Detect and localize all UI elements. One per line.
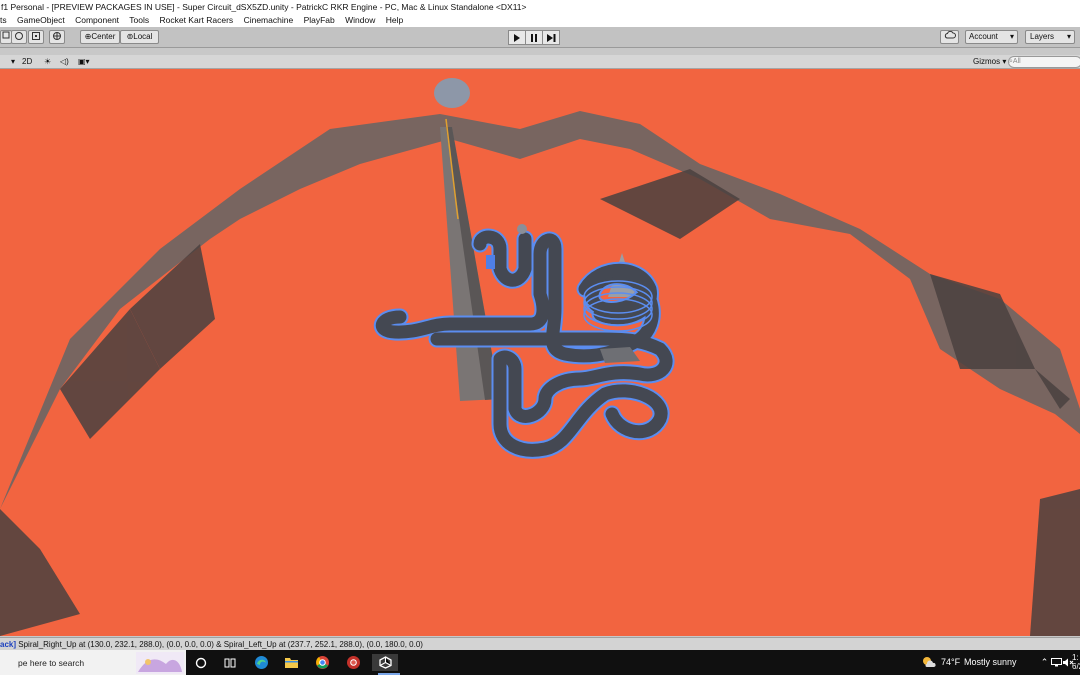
taskbar-search-placeholder: pe here to search: [18, 658, 85, 668]
small-sphere: [517, 224, 527, 234]
menu-item-rocket-kart-racers[interactable]: Rocket Kart Racers: [159, 15, 233, 25]
menu-item-gameobject[interactable]: GameObject: [17, 15, 65, 25]
track-object: [486, 255, 495, 269]
taskbar: pe here to search 74°F Mostly sunny ⌃ 1:…: [0, 650, 1080, 675]
search-highlight-icon: [136, 652, 184, 674]
pause-button[interactable]: [525, 30, 543, 45]
scene-render: [0, 78, 1080, 636]
task-view-button[interactable]: [221, 654, 238, 671]
rotate-tool-button[interactable]: [11, 30, 27, 44]
clock-time: 1:: [1072, 653, 1079, 662]
weather-temp: 74°F: [941, 657, 961, 667]
race-track: [374, 228, 675, 459]
play-button[interactable]: [508, 30, 526, 45]
edge-app-button[interactable]: [253, 654, 270, 671]
file-explorer-button[interactable]: [283, 654, 300, 671]
account-dropdown[interactable]: Account ▾: [965, 30, 1018, 44]
scene-search-input[interactable]: ⌕All: [1008, 56, 1080, 68]
chevron-down-icon: ▾: [1066, 32, 1071, 41]
chevron-down-icon: ▾: [1009, 32, 1014, 41]
transform-tool-button[interactable]: [49, 30, 65, 44]
menu-item-playfab[interactable]: PlayFab: [304, 15, 335, 25]
status-prefix: ack]: [0, 640, 17, 649]
rotate-tool-icon: [15, 32, 23, 40]
cortana-button[interactable]: [192, 654, 209, 671]
rect-tool-button[interactable]: [28, 30, 44, 44]
lighting-icon[interactable]: ☀: [44, 55, 51, 68]
step-icon: [546, 33, 555, 42]
partly-sunny-icon: [923, 657, 936, 667]
task-view-icon: [224, 658, 235, 667]
scene-search-placeholder: All: [1012, 58, 1021, 65]
gizmos-label: Gizmos: [973, 57, 1001, 66]
play-controls: [508, 30, 560, 45]
scene-view-header: ▾ 2D ☀ ◁) ▣▾ Gizmos ▾ ⌕All: [0, 55, 1080, 69]
layers-dropdown[interactable]: Layers ▾: [1025, 30, 1075, 44]
pivot-label: Center: [91, 32, 116, 41]
chrome-alt-app-button[interactable]: [345, 654, 362, 671]
edge-icon: [255, 656, 268, 669]
menu-item-help[interactable]: Help: [386, 15, 403, 25]
console-status-bar[interactable]: ack] Spiral_Right_Up at (130.0, 232.1, 2…: [0, 637, 1080, 651]
weather-widget[interactable]: 74°F Mostly sunny: [922, 656, 1017, 670]
menu-item-component[interactable]: Component: [75, 15, 119, 25]
cloud-icon: [944, 30, 956, 39]
title-bar: f1 Personal - [PREVIEW PACKAGES IN USE] …: [0, 0, 1080, 14]
pause-icon: [531, 33, 537, 42]
audio-icon[interactable]: ◁): [60, 55, 69, 68]
chrome-icon: [347, 656, 360, 669]
clock[interactable]: 1: 6/2: [1072, 653, 1080, 671]
step-button[interactable]: [542, 30, 560, 45]
chrome-app-button[interactable]: [314, 654, 331, 671]
circle-icon: [195, 657, 206, 668]
clock-date: 6/2: [1072, 662, 1080, 671]
transform-tool-icon: [53, 32, 61, 40]
menu-bar: ts GameObject Component Tools Rocket Kar…: [0, 14, 1080, 27]
account-label: Account: [969, 32, 998, 41]
unity-icon: [378, 656, 392, 669]
menu-item-window[interactable]: Window: [345, 15, 375, 25]
play-icon: [514, 33, 520, 42]
gizmos-dropdown[interactable]: Gizmos ▾: [973, 55, 1006, 68]
collab-cloud-button[interactable]: [940, 30, 959, 44]
space-local-toggle[interactable]: ⊚Local: [120, 30, 159, 44]
weather-desc: Mostly sunny: [964, 657, 1017, 667]
mode-2d-toggle[interactable]: 2D: [22, 55, 32, 68]
space-label: Local: [133, 32, 153, 41]
status-message: Spiral_Right_Up at (130.0, 232.1, 288.0)…: [18, 640, 423, 649]
layers-label: Layers: [1030, 32, 1055, 41]
window-title: f1 Personal - [PREVIEW PACKAGES IN USE] …: [1, 2, 527, 12]
unity-app-button[interactable]: [372, 654, 398, 671]
menu-item-tools[interactable]: Tools: [129, 15, 149, 25]
menu-item-ts[interactable]: ts: [0, 15, 7, 25]
taskbar-search-box[interactable]: pe here to search: [0, 650, 186, 675]
shading-dropdown-arrow[interactable]: ▾: [11, 55, 15, 68]
effects-icon[interactable]: ▣▾: [78, 55, 90, 68]
sphere-marker: [434, 78, 470, 108]
pivot-center-toggle[interactable]: ⊕Center: [80, 30, 120, 44]
chrome-icon: [316, 656, 329, 669]
scene-viewport[interactable]: [0, 69, 1080, 636]
move-tool-icon: [2, 31, 10, 39]
rect-tool-icon: [32, 32, 40, 40]
menu-item-cinemachine[interactable]: Cinemachine: [244, 15, 294, 25]
folder-icon: [285, 658, 298, 668]
